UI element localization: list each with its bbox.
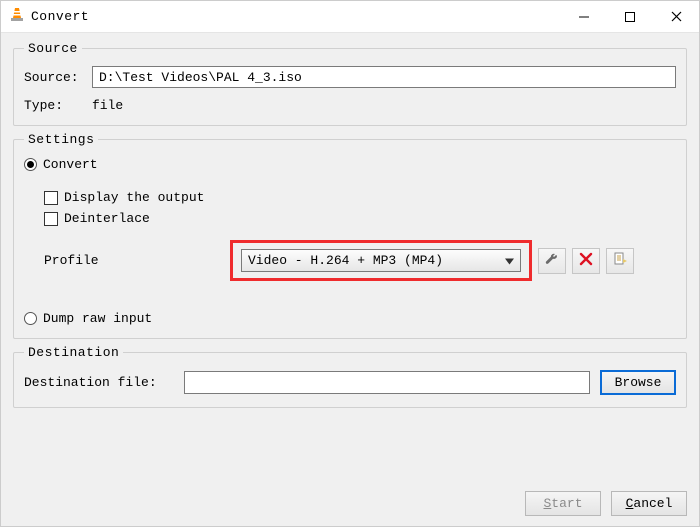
profile-combobox[interactable]: Video - H.264 + MP3 (MP4) bbox=[241, 249, 521, 272]
convert-radio-label: Convert bbox=[43, 157, 98, 172]
destination-input[interactable] bbox=[184, 371, 590, 394]
titlebar: Convert bbox=[1, 1, 699, 33]
source-label: Source: bbox=[24, 70, 84, 85]
dialog-footer: Start Cancel bbox=[1, 485, 699, 526]
profile-highlight: Video - H.264 + MP3 (MP4) bbox=[230, 240, 532, 281]
source-group: Source Source: Type: file bbox=[13, 41, 687, 126]
start-button[interactable]: Start bbox=[525, 491, 601, 516]
convert-dialog: Convert Source Source: Type: file bbox=[0, 0, 700, 527]
browse-button[interactable]: Browse bbox=[600, 370, 676, 395]
dump-raw-label: Dump raw input bbox=[43, 311, 152, 326]
new-doc-icon bbox=[612, 251, 628, 271]
x-icon bbox=[579, 252, 593, 270]
profile-value: Video - H.264 + MP3 (MP4) bbox=[248, 253, 443, 268]
cancel-button-label: Cancel bbox=[626, 496, 673, 511]
source-input[interactable] bbox=[92, 66, 676, 88]
wrench-icon bbox=[544, 251, 560, 271]
settings-legend: Settings bbox=[24, 132, 98, 147]
deinterlace-checkbox[interactable]: Deinterlace bbox=[44, 211, 676, 226]
close-button[interactable] bbox=[653, 2, 699, 32]
profile-label: Profile bbox=[24, 253, 224, 268]
browse-button-label: Browse bbox=[615, 375, 662, 390]
new-profile-button[interactable] bbox=[606, 248, 634, 274]
deinterlace-label: Deinterlace bbox=[64, 211, 150, 226]
cancel-button[interactable]: Cancel bbox=[611, 491, 687, 516]
edit-profile-button[interactable] bbox=[538, 248, 566, 274]
type-label: Type: bbox=[24, 98, 84, 113]
source-legend: Source bbox=[24, 41, 82, 56]
type-value: file bbox=[92, 98, 123, 113]
display-output-checkbox[interactable]: Display the output bbox=[44, 190, 676, 205]
chevron-down-icon bbox=[505, 253, 514, 268]
vlc-icon bbox=[9, 7, 25, 27]
window-controls bbox=[561, 2, 699, 32]
destination-group: Destination Destination file: Browse bbox=[13, 345, 687, 408]
dump-raw-radio[interactable]: Dump raw input bbox=[24, 311, 676, 326]
delete-profile-button[interactable] bbox=[572, 248, 600, 274]
display-output-label: Display the output bbox=[64, 190, 204, 205]
start-button-label: Start bbox=[543, 496, 582, 511]
destination-label: Destination file: bbox=[24, 375, 174, 390]
convert-radio[interactable]: Convert bbox=[24, 157, 676, 172]
window-title: Convert bbox=[31, 9, 561, 24]
destination-legend: Destination bbox=[24, 345, 123, 360]
maximize-button[interactable] bbox=[607, 2, 653, 32]
minimize-button[interactable] bbox=[561, 2, 607, 32]
settings-group: Settings Convert Display the output Dein… bbox=[13, 132, 687, 339]
